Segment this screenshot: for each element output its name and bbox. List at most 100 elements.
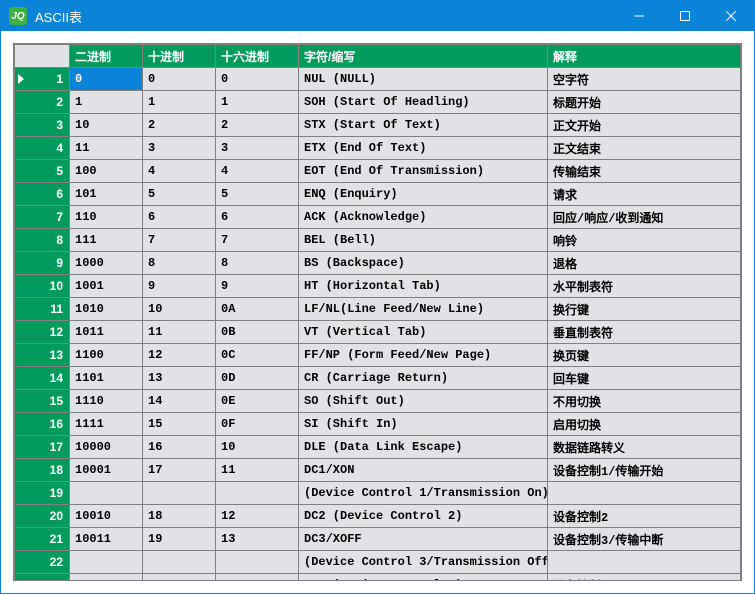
row-number-cell[interactable]: 9 [15, 252, 70, 275]
cell-dec[interactable]: 19 [143, 528, 216, 551]
corner-cell[interactable] [15, 45, 70, 68]
cell-bin[interactable]: 1010 [70, 298, 143, 321]
cell-hex[interactable]: 0C [216, 344, 299, 367]
cell-bin[interactable]: 110 [70, 206, 143, 229]
row-number-cell[interactable]: 11 [15, 298, 70, 321]
table-row[interactable]: 18100011711DC1/XON设备控制1/传输开始 [15, 459, 741, 482]
cell-desc[interactable]: 退格 [548, 252, 741, 275]
cell-char[interactable]: NUL (NULL) [299, 68, 548, 91]
cell-bin[interactable]: 10100 [70, 574, 143, 581]
row-number-cell[interactable]: 15 [15, 390, 70, 413]
col-header-desc[interactable]: 解释 [548, 45, 741, 68]
table-row[interactable]: 41133ETX (End Of Text)正文结束 [15, 137, 741, 160]
table-row[interactable]: 22 (Device Control 3/Transmission Off) [15, 551, 741, 574]
cell-hex[interactable]: 0A [216, 298, 299, 321]
row-number-cell[interactable]: 10 [15, 275, 70, 298]
cell-char[interactable]: FF/NP (Form Feed/New Page) [299, 344, 548, 367]
row-number-cell[interactable]: 23 [15, 574, 70, 581]
cell-char[interactable]: STX (Start Of Text) [299, 114, 548, 137]
cell-bin[interactable]: 1 [70, 91, 143, 114]
cell-hex[interactable]: 0D [216, 367, 299, 390]
col-header-hex[interactable]: 十六进制 [216, 45, 299, 68]
table-row[interactable]: 161111150FSI (Shift In)启用切换 [15, 413, 741, 436]
cell-char[interactable]: CR (Carriage Return) [299, 367, 548, 390]
cell-char[interactable]: (Device Control 3/Transmission Off) [299, 551, 548, 574]
cell-desc[interactable]: 换页键 [548, 344, 741, 367]
cell-dec[interactable]: 14 [143, 390, 216, 413]
row-number-cell[interactable]: 8 [15, 229, 70, 252]
cell-desc[interactable] [548, 551, 741, 574]
cell-hex[interactable]: 0E [216, 390, 299, 413]
cell-char[interactable]: SO (Shift Out) [299, 390, 548, 413]
row-number-cell[interactable]: 1 [15, 68, 70, 91]
table-row[interactable]: 610155ENQ (Enquiry)请求 [15, 183, 741, 206]
cell-char[interactable]: VT (Vertical Tab) [299, 321, 548, 344]
cell-hex[interactable]: 0B [216, 321, 299, 344]
cell-dec[interactable]: 9 [143, 275, 216, 298]
cell-desc[interactable]: 启用切换 [548, 413, 741, 436]
table-row[interactable]: 21100111913DC3/XOFF设备控制3/传输中断 [15, 528, 741, 551]
cell-char[interactable]: EOT (End Of Transmission) [299, 160, 548, 183]
cell-char[interactable]: BS (Backspace) [299, 252, 548, 275]
cell-bin[interactable]: 1100 [70, 344, 143, 367]
cell-desc[interactable] [548, 482, 741, 505]
row-number-cell[interactable]: 7 [15, 206, 70, 229]
cell-char[interactable]: DC4 (Device Control 4) [299, 574, 548, 581]
cell-dec[interactable]: 7 [143, 229, 216, 252]
table-row[interactable]: 510044EOT (End Of Transmission)传输结束 [15, 160, 741, 183]
cell-desc[interactable]: 回应/响应/收到通知 [548, 206, 741, 229]
cell-desc[interactable]: 空字符 [548, 68, 741, 91]
cell-bin[interactable]: 1000 [70, 252, 143, 275]
cell-desc[interactable]: 垂直制表符 [548, 321, 741, 344]
row-number-cell[interactable]: 13 [15, 344, 70, 367]
cell-hex[interactable]: 6 [216, 206, 299, 229]
cell-dec[interactable]: 4 [143, 160, 216, 183]
row-number-cell[interactable]: 18 [15, 459, 70, 482]
row-number-cell[interactable]: 22 [15, 551, 70, 574]
cell-dec[interactable]: 1 [143, 91, 216, 114]
cell-hex[interactable] [216, 551, 299, 574]
table-row[interactable]: 1000NUL (NULL)空字符 [15, 68, 741, 91]
cell-desc[interactable]: 标题开始 [548, 91, 741, 114]
cell-bin[interactable]: 11 [70, 137, 143, 160]
cell-desc[interactable]: 响铃 [548, 229, 741, 252]
cell-desc[interactable]: 正文开始 [548, 114, 741, 137]
cell-bin[interactable]: 1001 [70, 275, 143, 298]
cell-bin[interactable]: 10010 [70, 505, 143, 528]
col-header-decimal[interactable]: 十进制 [143, 45, 216, 68]
cell-hex[interactable]: 14 [216, 574, 299, 581]
cell-dec[interactable]: 17 [143, 459, 216, 482]
cell-dec[interactable]: 16 [143, 436, 216, 459]
table-row[interactable]: 9100088BS (Backspace)退格 [15, 252, 741, 275]
cell-hex[interactable] [216, 482, 299, 505]
maximize-button[interactable] [662, 1, 708, 31]
cell-bin[interactable] [70, 482, 143, 505]
row-number-cell[interactable]: 3 [15, 114, 70, 137]
cell-char[interactable]: ENQ (Enquiry) [299, 183, 548, 206]
row-number-cell[interactable]: 4 [15, 137, 70, 160]
cell-dec[interactable]: 10 [143, 298, 216, 321]
row-number-cell[interactable]: 21 [15, 528, 70, 551]
cell-bin[interactable]: 10001 [70, 459, 143, 482]
cell-desc[interactable]: 不用切换 [548, 390, 741, 413]
cell-hex[interactable]: 2 [216, 114, 299, 137]
titlebar[interactable]: JQ ASCII表 [1, 1, 754, 31]
row-number-cell[interactable]: 17 [15, 436, 70, 459]
cell-char[interactable]: LF/NL(Line Feed/New Line) [299, 298, 548, 321]
cell-dec[interactable]: 11 [143, 321, 216, 344]
cell-bin[interactable]: 111 [70, 229, 143, 252]
grid-scroll[interactable]: 二进制 十进制 十六进制 字符/缩写 解释 1000NUL (NULL)空字符2… [14, 44, 741, 580]
cell-hex[interactable]: 1 [216, 91, 299, 114]
cell-desc[interactable]: 设备控制1/传输开始 [548, 459, 741, 482]
row-number-cell[interactable]: 16 [15, 413, 70, 436]
row-number-cell[interactable]: 2 [15, 91, 70, 114]
cell-desc[interactable]: 设备控制2 [548, 505, 741, 528]
close-button[interactable] [708, 1, 754, 31]
table-row[interactable]: 151110140ESO (Shift Out)不用切换 [15, 390, 741, 413]
cell-dec[interactable]: 0 [143, 68, 216, 91]
table-row[interactable]: 20100101812DC2 (Device Control 2)设备控制2 [15, 505, 741, 528]
cell-dec[interactable]: 20 [143, 574, 216, 581]
cell-char[interactable]: DC3/XOFF [299, 528, 548, 551]
cell-hex[interactable]: 13 [216, 528, 299, 551]
table-row[interactable]: 121011110BVT (Vertical Tab)垂直制表符 [15, 321, 741, 344]
